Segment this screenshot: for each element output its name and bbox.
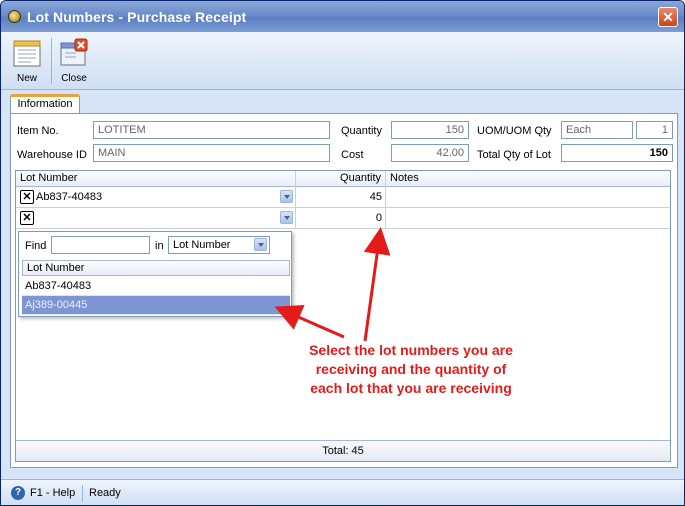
information-panel: Item No. LOTITEM Warehouse ID MAIN Quant… — [10, 113, 678, 468]
close-button-label: Close — [61, 73, 87, 84]
lot-number-dropdown: Find in Lot Number Lot Number Ab837-4048… — [18, 231, 292, 317]
quantity-field: 150 — [391, 121, 469, 139]
help-icon[interactable]: ? — [11, 486, 25, 500]
window-title: Lot Numbers - Purchase Receipt — [27, 9, 247, 25]
window-close-button[interactable]: ✕ — [658, 7, 678, 27]
close-button[interactable]: Close — [55, 36, 93, 86]
toolbar-separator — [51, 38, 52, 84]
item-no-field[interactable]: LOTITEM — [93, 121, 330, 139]
warehouse-field[interactable]: MAIN — [93, 144, 330, 162]
remove-row-icon[interactable]: ✕ — [20, 211, 34, 225]
item-no-label: Item No. — [17, 125, 59, 137]
grid-footer-total: Total: 45 — [16, 440, 670, 461]
uom-label: UOM/UOM Qty — [477, 125, 552, 137]
lot-number-value: Ab837-40483 — [36, 191, 103, 203]
status-bar: ? F1 - Help Ready — [1, 479, 684, 505]
chevron-down-icon[interactable] — [280, 211, 293, 224]
quantity-cell[interactable]: 0 — [296, 208, 386, 228]
table-row[interactable]: ✕ 0 — [16, 208, 670, 229]
close-document-icon — [60, 38, 88, 66]
app-icon — [8, 10, 21, 23]
annotation-text: Select the lot numbers you are receiving… — [309, 342, 513, 396]
find-input[interactable] — [51, 236, 150, 254]
tab-strip: Information — [10, 92, 678, 114]
toolbar: New Close — [1, 32, 684, 90]
column-header-lot-number[interactable]: Lot Number — [16, 171, 296, 187]
quantity-label: Quantity — [341, 125, 382, 137]
dropdown-column-header[interactable]: Lot Number — [22, 260, 290, 276]
grid-header: Lot Number Quantity Notes — [16, 171, 670, 187]
status-separator — [82, 485, 83, 502]
new-button-label: New — [16, 73, 37, 84]
list-item[interactable]: Ab837-40483 — [22, 277, 290, 296]
notes-cell[interactable] — [386, 208, 670, 228]
total-qty-field: 150 — [561, 144, 673, 162]
lot-number-cell[interactable]: ✕ — [16, 208, 296, 228]
help-label[interactable]: F1 - Help — [30, 487, 75, 499]
new-button[interactable]: New — [8, 36, 46, 86]
warehouse-label: Warehouse ID — [17, 149, 87, 161]
in-label: in — [155, 240, 164, 252]
column-header-quantity[interactable]: Quantity — [296, 171, 386, 187]
new-document-icon — [13, 40, 41, 67]
lot-number-cell[interactable]: ✕ Ab837-40483 — [16, 187, 296, 207]
search-column-value: Lot Number — [173, 239, 231, 251]
quantity-cell[interactable]: 45 — [296, 187, 386, 207]
tab-information[interactable]: Information — [10, 94, 80, 114]
lot-grid: Lot Number Quantity Notes ✕ Ab837-40483 … — [15, 170, 671, 462]
lot-numbers-window: Lot Numbers - Purchase Receipt ✕ New Clo… — [0, 0, 685, 506]
search-column-select[interactable]: Lot Number — [168, 236, 270, 254]
table-row[interactable]: ✕ Ab837-40483 45 — [16, 187, 670, 208]
cost-label: Cost — [341, 149, 364, 161]
total-qty-label: Total Qty of Lot — [477, 149, 551, 161]
title-bar[interactable]: Lot Numbers - Purchase Receipt ✕ — [1, 1, 684, 32]
uom-field: Each — [561, 121, 633, 139]
cost-field: 42.00 — [391, 144, 469, 162]
status-text: Ready — [89, 487, 121, 499]
chevron-down-icon[interactable] — [280, 190, 293, 203]
chevron-down-icon[interactable] — [254, 238, 267, 251]
find-label: Find — [25, 240, 47, 252]
uom-qty-field: 1 — [636, 121, 673, 139]
list-item-selected[interactable]: Aj389-00445 — [22, 296, 290, 315]
column-header-notes[interactable]: Notes — [386, 171, 670, 187]
remove-row-icon[interactable]: ✕ — [20, 190, 34, 204]
notes-cell[interactable] — [386, 187, 670, 207]
